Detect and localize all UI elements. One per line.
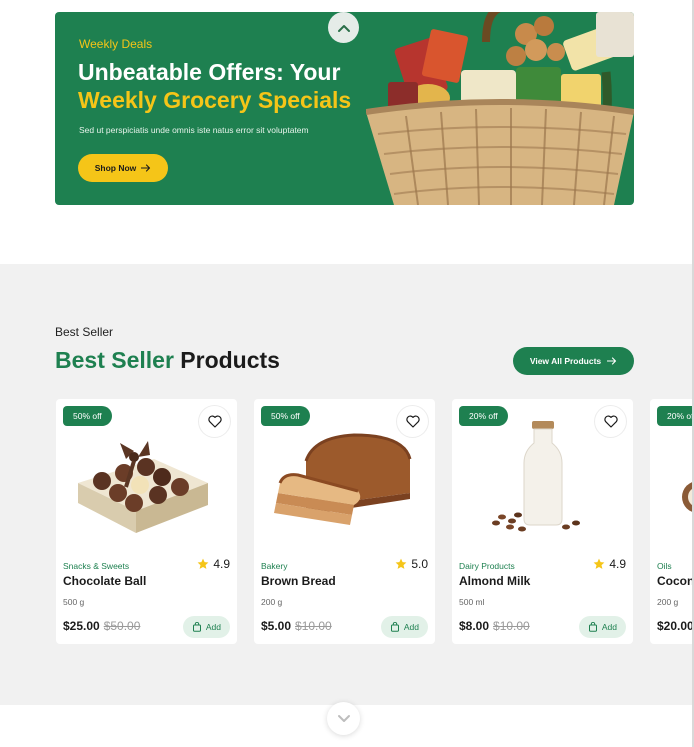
star-icon [197, 558, 209, 569]
product-price: $20.00 [657, 619, 694, 633]
section-eyebrow: Best Seller [55, 325, 114, 339]
section-title-rest: Products [180, 347, 280, 373]
current-price: $20.00 [657, 619, 694, 633]
old-price: $10.00 [493, 619, 530, 633]
heart-icon [603, 415, 618, 428]
current-price: $25.00 [63, 619, 100, 633]
arrow-right-icon [607, 357, 617, 365]
product-image-chocolate-box [78, 441, 208, 533]
product-category: Bakery [261, 561, 288, 571]
wishlist-button[interactable] [199, 406, 230, 437]
product-rating: 4.9 [197, 557, 230, 571]
product-category: Oils [657, 561, 672, 571]
scroll-up-button[interactable] [328, 12, 359, 43]
product-price: $25.00 $50.00 [63, 619, 140, 633]
page: Weekly Deals Unbeatable Offers: Your Wee… [0, 0, 694, 747]
add-label: Add [205, 622, 221, 632]
section-title: Best Seller Products [55, 347, 280, 374]
add-label: Add [601, 622, 617, 632]
old-price: $50.00 [103, 619, 141, 633]
heart-icon [405, 415, 420, 428]
rating-value: 4.9 [609, 557, 626, 571]
current-price: $5.00 [261, 619, 292, 633]
hero-title-line1: Unbeatable Offers: Your [78, 59, 341, 85]
discount-badge: 20% off [657, 406, 694, 426]
view-all-products-button[interactable]: View All Products [513, 347, 634, 375]
wishlist-button[interactable] [595, 406, 626, 437]
product-rating: 4.9 [593, 557, 626, 571]
product-name[interactable]: Brown Bread [261, 574, 336, 588]
product-card[interactable]: 20% off Dairy Products 4.9 Almond Milk 5… [452, 399, 633, 644]
hero-subtitle: Sed ut perspiciatis unde omnis iste natu… [79, 125, 309, 135]
product-weight: 500 g [63, 597, 85, 607]
product-card[interactable]: 50% off Bakery 5.0 Brown Bread 200 g $5.… [254, 399, 435, 644]
add-to-cart-button[interactable]: Add [578, 616, 626, 638]
discount-badge: 20% off [459, 406, 508, 426]
product-category: Dairy Products [459, 561, 515, 571]
star-icon [593, 558, 605, 569]
chevron-down-icon [337, 714, 350, 722]
add-label: Add [403, 622, 419, 632]
product-weight: 500 ml [459, 597, 485, 607]
scroll-down-button[interactable] [327, 702, 360, 735]
section-title-highlight: Best Seller [55, 347, 174, 373]
rating-value: 4.9 [213, 557, 230, 571]
product-category: Snacks & Sweets [63, 561, 130, 571]
product-price: $5.00 $10.00 [261, 619, 332, 633]
best-seller-section: Best Seller Best Seller Products View Al… [0, 264, 694, 705]
discount-badge: 50% off [261, 406, 310, 426]
product-rating: 5.0 [395, 557, 428, 571]
heart-icon [207, 415, 222, 428]
product-image-coconut [682, 481, 694, 513]
old-price: $10.00 [295, 619, 332, 633]
bag-icon [192, 622, 201, 632]
product-price: $8.00 $10.00 [459, 619, 530, 633]
bag-icon [390, 622, 399, 632]
star-icon [395, 558, 407, 569]
wishlist-button[interactable] [397, 406, 428, 437]
arrow-right-icon [141, 164, 151, 172]
product-image-bread [274, 433, 412, 525]
product-name[interactable]: Cocon [657, 574, 694, 588]
view-all-label: View All Products [529, 356, 602, 366]
rating-value: 5.0 [411, 557, 428, 571]
product-name[interactable]: Chocolate Ball [63, 574, 146, 588]
add-to-cart-button[interactable]: Add [380, 616, 428, 638]
chevron-up-icon [337, 24, 350, 32]
product-card[interactable]: 50% off Snacks & Sweets 4.9 Chocolate Ba… [56, 399, 237, 644]
discount-badge: 50% off [63, 406, 112, 426]
hero-title-line2: Weekly Grocery Specials [78, 87, 352, 113]
shop-now-label: Shop Now [94, 163, 137, 173]
product-card[interactable]: 20% off Oils Cocon 200 g $20.00 [650, 399, 694, 644]
hero-eyebrow: Weekly Deals [79, 37, 153, 51]
add-to-cart-button[interactable]: Add [182, 616, 230, 638]
hero-title: Unbeatable Offers: Your Weekly Grocery S… [78, 58, 408, 114]
current-price: $8.00 [459, 619, 490, 633]
product-image-milk-bottle [492, 421, 580, 532]
shop-now-button[interactable]: Shop Now [78, 154, 168, 182]
product-weight: 200 g [261, 597, 283, 607]
grocery-basket-image [366, 12, 634, 205]
product-name[interactable]: Almond Milk [459, 574, 530, 588]
product-weight: 200 g [657, 597, 679, 607]
bag-icon [588, 622, 597, 632]
